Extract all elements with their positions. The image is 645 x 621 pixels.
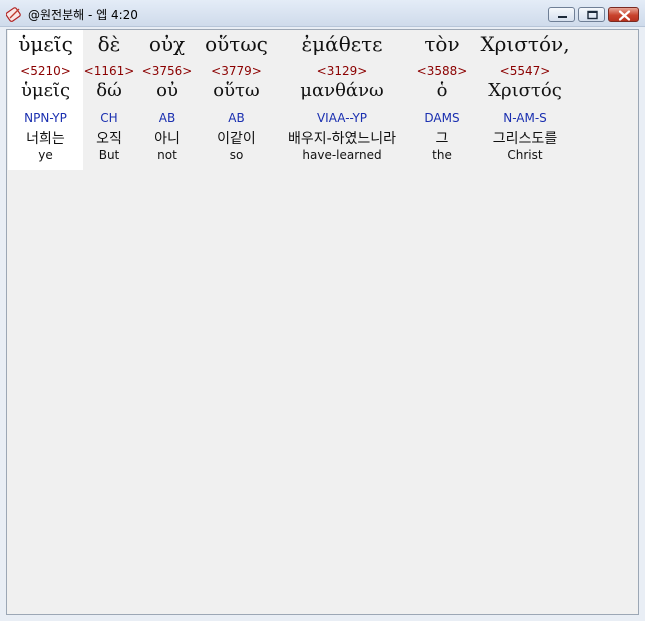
greek-word: ὑμεῖς	[18, 32, 73, 56]
word-column[interactable]: τὸν <3588> ὁ DAMS 그 the	[413, 30, 471, 170]
strong-number: <5547>	[499, 64, 551, 78]
maximize-icon	[587, 10, 598, 20]
interlinear-panel: ὑμεῖς <5210> ὑμεῖς NPN-YP 너희는 ye δὲ <116…	[6, 29, 639, 615]
strong-number: <3779>	[211, 64, 262, 78]
korean-gloss: 그	[435, 131, 449, 147]
strong-number: <1161>	[83, 64, 135, 78]
english-gloss: the	[432, 148, 452, 162]
window-title: @원전분해 - 엡 4:20	[28, 8, 138, 22]
korean-gloss: 배우지-하였느니라	[287, 131, 397, 147]
greek-word: δὲ	[97, 32, 121, 56]
word-column[interactable]: ὑμεῖς <5210> ὑμεῖς NPN-YP 너희는 ye	[8, 30, 83, 170]
english-gloss: Christ	[507, 148, 543, 162]
parse-code: DAMS	[424, 111, 460, 125]
greek-word: τὸν	[424, 32, 460, 56]
word-column[interactable]: οὕτως <3779> οὕτω AB 이같이 so	[199, 30, 274, 170]
close-icon	[618, 10, 631, 21]
parse-code: AB	[158, 111, 176, 125]
close-button[interactable]	[608, 7, 639, 22]
parse-code: CH	[100, 111, 118, 125]
strong-number: <5210>	[20, 64, 71, 78]
app-window: @원전분해 - 엡 4:20 ὑμεῖς <5210> ὑμεῖς NPN-YP…	[0, 0, 645, 621]
lemma: οὐ	[156, 80, 178, 101]
greek-word: ἐμάθετε	[301, 32, 383, 56]
parse-code: NPN-YP	[24, 111, 67, 125]
app-icon	[6, 7, 21, 22]
word-column[interactable]: δὲ <1161> δώ CH 오직 But	[83, 30, 135, 170]
parse-code: N-AM-S	[503, 111, 547, 125]
title-bar[interactable]: @원전분해 - 엡 4:20	[0, 0, 645, 27]
korean-gloss: 너희는	[26, 131, 65, 147]
korean-gloss: 아니	[154, 131, 180, 147]
greek-word: οὐχ	[148, 32, 186, 56]
strong-number: <3588>	[416, 64, 468, 78]
strong-number: <3756>	[141, 64, 193, 78]
word-column[interactable]: ἐμάθετε <3129> μανθάνω VIAA--YP 배우지-하였느니…	[275, 30, 409, 170]
parse-code: VIAA--YP	[316, 111, 368, 125]
greek-word: Χριστόν,	[480, 32, 570, 56]
english-gloss: But	[98, 148, 120, 162]
strong-number: <3129>	[316, 64, 368, 78]
minimize-icon	[558, 16, 567, 18]
lemma: Χριστός	[488, 80, 562, 101]
english-gloss: ye	[38, 148, 53, 162]
greek-word: οὕτως	[205, 32, 268, 56]
lemma: δώ	[96, 80, 122, 101]
lemma: μανθάνω	[300, 80, 384, 101]
lemma: ὑμεῖς	[20, 80, 71, 101]
english-gloss: not	[157, 148, 177, 162]
word-column[interactable]: οὐχ <3756> οὐ AB 아니 not	[141, 30, 193, 170]
minimize-button[interactable]	[548, 7, 575, 22]
maximize-button[interactable]	[578, 7, 605, 22]
word-column[interactable]: Χριστόν, <5547> Χριστός N-AM-S 그리스도를 Chr…	[473, 30, 577, 170]
parse-code: AB	[228, 111, 245, 125]
lemma: οὕτω	[213, 80, 260, 101]
english-gloss: so	[229, 148, 244, 162]
korean-gloss: 오직	[96, 131, 122, 147]
korean-gloss: 그리스도를	[492, 131, 558, 147]
lemma: ὁ	[436, 80, 448, 101]
english-gloss: have-learned	[302, 148, 382, 162]
korean-gloss: 이같이	[217, 131, 256, 147]
